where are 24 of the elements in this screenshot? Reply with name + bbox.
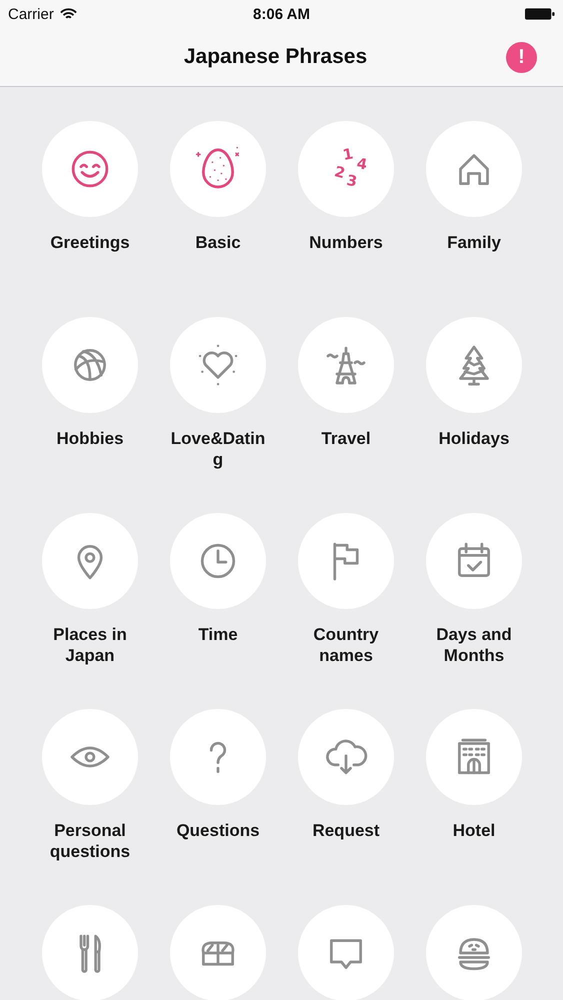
category-label: Country names	[312, 624, 380, 666]
category-label: Basic	[194, 232, 242, 253]
category-label: Holidays	[438, 428, 510, 449]
info-button[interactable]: !	[506, 42, 538, 72]
category-label: Numbers	[308, 232, 384, 253]
screen-title: Japanese Phrases	[184, 45, 368, 69]
category-label: Greetings	[49, 232, 131, 253]
category-label: Family	[446, 232, 502, 253]
category-label: Hobbies	[55, 428, 125, 449]
category-label: Hotel	[452, 820, 496, 841]
carrier-name: Carrier	[8, 6, 54, 22]
category-label: Request	[311, 820, 381, 841]
wifi-icon	[60, 8, 77, 20]
category-label: Questions	[175, 820, 261, 841]
category-label: Travel	[320, 428, 372, 449]
category-button[interactable]: 1 2 3 4	[298, 121, 394, 217]
category-label: Days and Months	[435, 624, 513, 666]
category-label: Places in Japan	[52, 624, 128, 666]
numbers-icon: 1 2 3 4	[319, 142, 373, 196]
battery-icon	[525, 7, 555, 21]
category-label: Personal questions	[48, 820, 132, 862]
category-label: Love&Dating	[170, 428, 266, 470]
clock-time: 8:06 AM	[253, 6, 310, 22]
category-label: Time	[197, 624, 239, 645]
